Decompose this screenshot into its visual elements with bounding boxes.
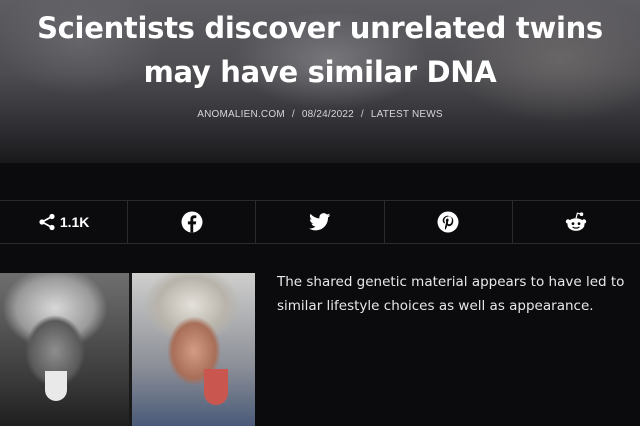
category-link[interactable]: LATEST NEWS <box>371 109 443 120</box>
source-link[interactable]: ANOMALIEN.COM <box>197 109 285 120</box>
meta-separator: / <box>291 109 295 120</box>
pinterest-share-button[interactable] <box>385 201 513 243</box>
tongue-shape <box>45 371 67 401</box>
meta-separator: / <box>360 109 364 120</box>
reddit-share-button[interactable] <box>513 201 640 243</box>
article-image <box>0 273 255 426</box>
facebook-share-button[interactable] <box>128 201 257 243</box>
photo-right <box>132 273 255 426</box>
share-count: 1.1K <box>59 214 90 230</box>
article-meta: ANOMALIEN.COM / 08/24/2022 / LATEST NEWS <box>0 109 640 120</box>
pinterest-icon <box>437 211 459 233</box>
article-body-text: The shared genetic material appears to h… <box>277 274 625 314</box>
publish-date: 08/24/2022 <box>301 109 354 120</box>
reddit-icon <box>564 211 588 233</box>
tongue-shape <box>204 369 228 405</box>
article-title: Scientists discover unrelated twins may … <box>37 11 603 89</box>
share-icon <box>38 213 56 231</box>
share-bar: 1.1K <box>0 200 640 244</box>
twitter-icon <box>309 213 331 231</box>
photo-left <box>0 273 129 426</box>
article-header: Scientists discover unrelated twins may … <box>0 0 640 163</box>
twitter-share-button[interactable] <box>256 201 385 243</box>
share-button[interactable]: 1.1K <box>0 201 129 243</box>
facebook-icon <box>181 211 203 233</box>
